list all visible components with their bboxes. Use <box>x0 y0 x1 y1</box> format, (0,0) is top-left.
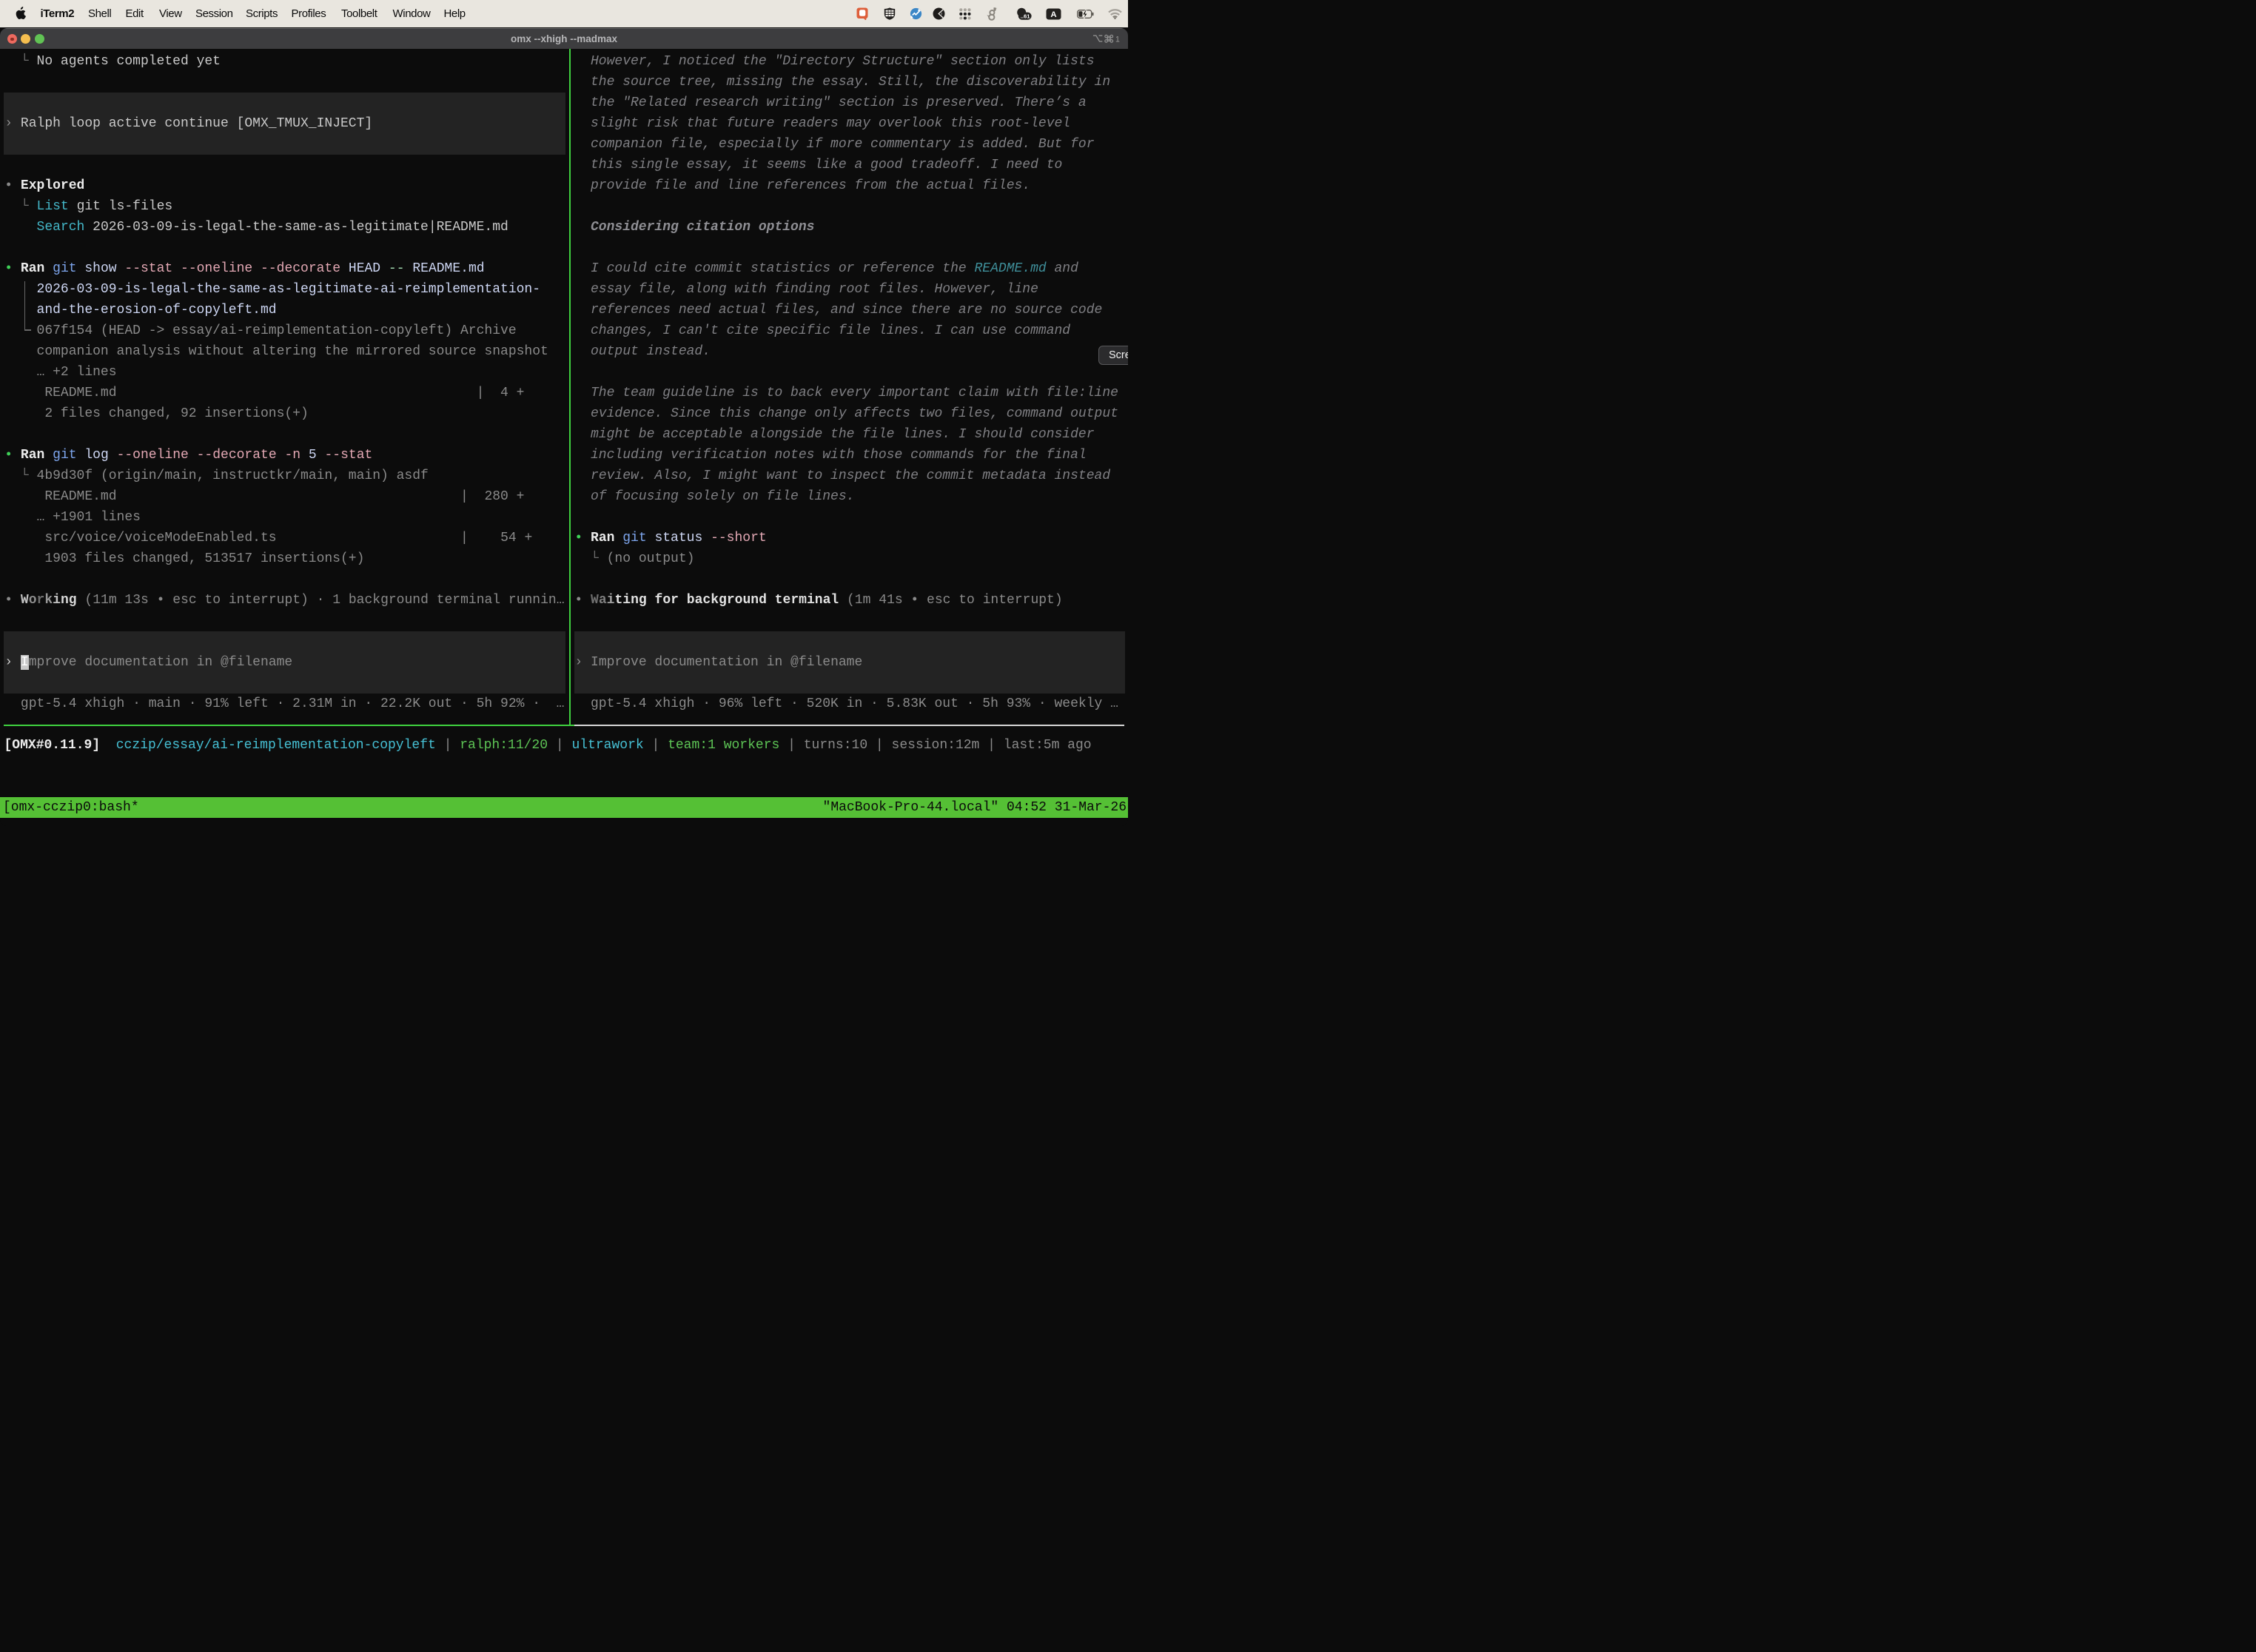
svg-text:1: 1 <box>1115 36 1120 43</box>
svg-text:A: A <box>1050 10 1056 19</box>
svg-text:..61: ..61 <box>1020 13 1030 19</box>
